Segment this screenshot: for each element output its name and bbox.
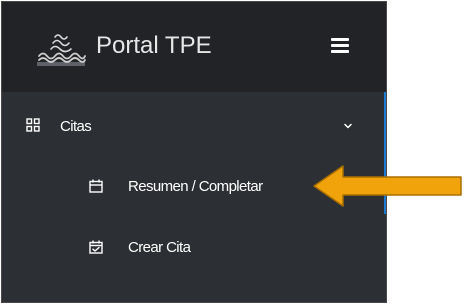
sidebar-item-crear-cita[interactable]: Crear Cita: [2, 227, 384, 267]
sidebar-section-label: Citas: [60, 118, 92, 135]
pointer-arrow-icon: [313, 165, 462, 207]
waves-logo-icon: [37, 34, 86, 66]
sidebar-item-label: Resumen / Completar: [128, 178, 263, 195]
calendar-icon: [89, 179, 103, 193]
sidebar-item-label: Crear Cita: [128, 239, 191, 256]
hamburger-line: [331, 44, 349, 47]
grid-icon: [26, 118, 40, 132]
calendar-check-icon: [89, 240, 103, 254]
sidebar-section-citas[interactable]: Citas: [2, 107, 384, 147]
hamburger-line: [331, 50, 349, 53]
hamburger-line: [331, 38, 349, 41]
brand-title: Portal TPE: [96, 32, 212, 59]
hamburger-menu-icon[interactable]: [331, 37, 349, 53]
sidebar: Portal TPE Citas Resumen / Completar Cre…: [1, 1, 387, 303]
chevron-down-icon[interactable]: [344, 123, 352, 129]
sidebar-header: Portal TPE: [2, 2, 386, 92]
